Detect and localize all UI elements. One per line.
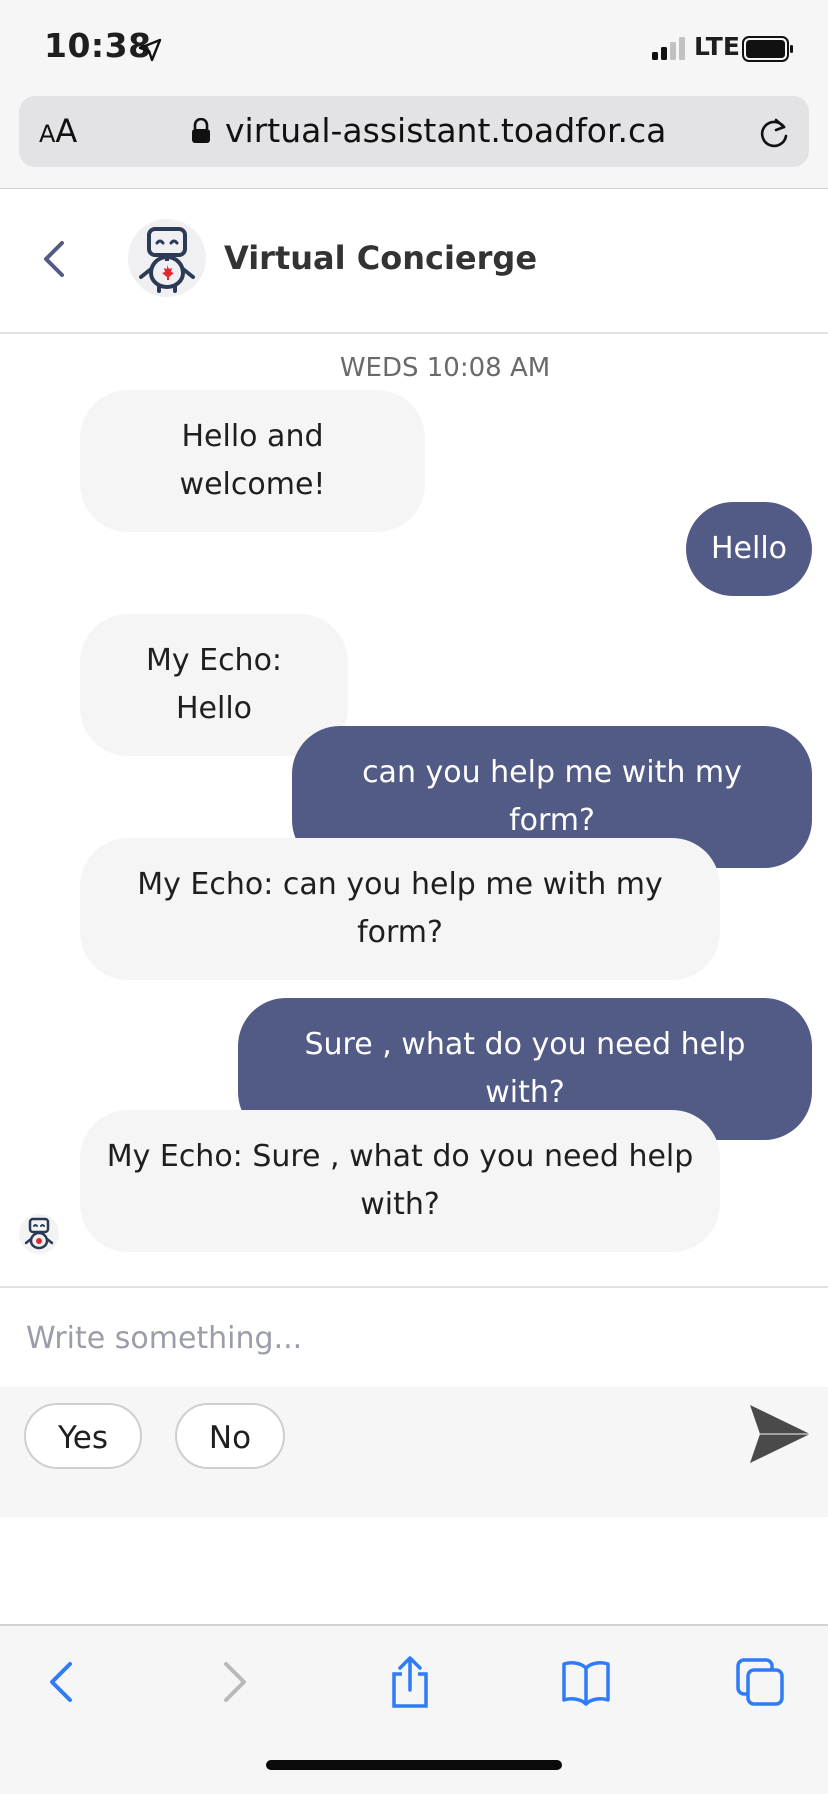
robot-avatar-icon (24, 1217, 54, 1250)
quick-reply-yes[interactable]: Yes (24, 1403, 142, 1469)
user-message: Hello (686, 502, 812, 596)
quick-reply-no[interactable]: No (175, 1403, 285, 1469)
browser-back-icon[interactable] (36, 1656, 88, 1708)
bot-message: My Echo: Sure , what do you need help wi… (80, 1110, 720, 1252)
bot-message: Hello and welcome! (80, 390, 425, 532)
bot-message-avatar (19, 1214, 59, 1254)
robot-avatar-icon (139, 227, 195, 293)
browser-address-area: AA virtual-assistant.toadfor.ca (0, 96, 828, 190)
chat-title: Virtual Concierge (224, 239, 538, 277)
chat-header: Virtual Concierge (0, 189, 828, 334)
message-input[interactable] (24, 1310, 788, 1366)
network-type: LTE (694, 32, 740, 61)
address-bar[interactable]: AA virtual-assistant.toadfor.ca (19, 96, 809, 167)
message-timestamp: WEDS 10:08 AM (339, 353, 551, 383)
bot-message: My Echo: Hello (80, 614, 348, 756)
home-indicator[interactable] (266, 1760, 562, 1770)
send-icon[interactable] (748, 1403, 812, 1465)
battery-icon (742, 36, 793, 62)
reload-icon[interactable] (757, 114, 791, 150)
location-arrow-icon (138, 38, 162, 62)
browser-forward-icon[interactable] (208, 1656, 260, 1708)
bookmarks-icon[interactable] (560, 1656, 612, 1708)
status-time: 10:38 (44, 26, 152, 65)
status-bar: 10:38 LTE (0, 0, 828, 96)
quick-replies-area: Yes No (0, 1387, 828, 1517)
back-chevron-icon[interactable] (36, 239, 72, 279)
bot-message: My Echo: can you help me with my form? (80, 838, 720, 980)
tabs-icon[interactable] (734, 1656, 786, 1708)
share-icon[interactable] (384, 1656, 436, 1708)
message-composer (0, 1286, 828, 1389)
lock-icon (192, 118, 210, 143)
url-text[interactable]: virtual-assistant.toadfor.ca (225, 111, 666, 150)
bot-avatar (128, 219, 206, 297)
text-size-button[interactable]: AA (39, 112, 77, 150)
signal-strength-icon (652, 37, 685, 60)
